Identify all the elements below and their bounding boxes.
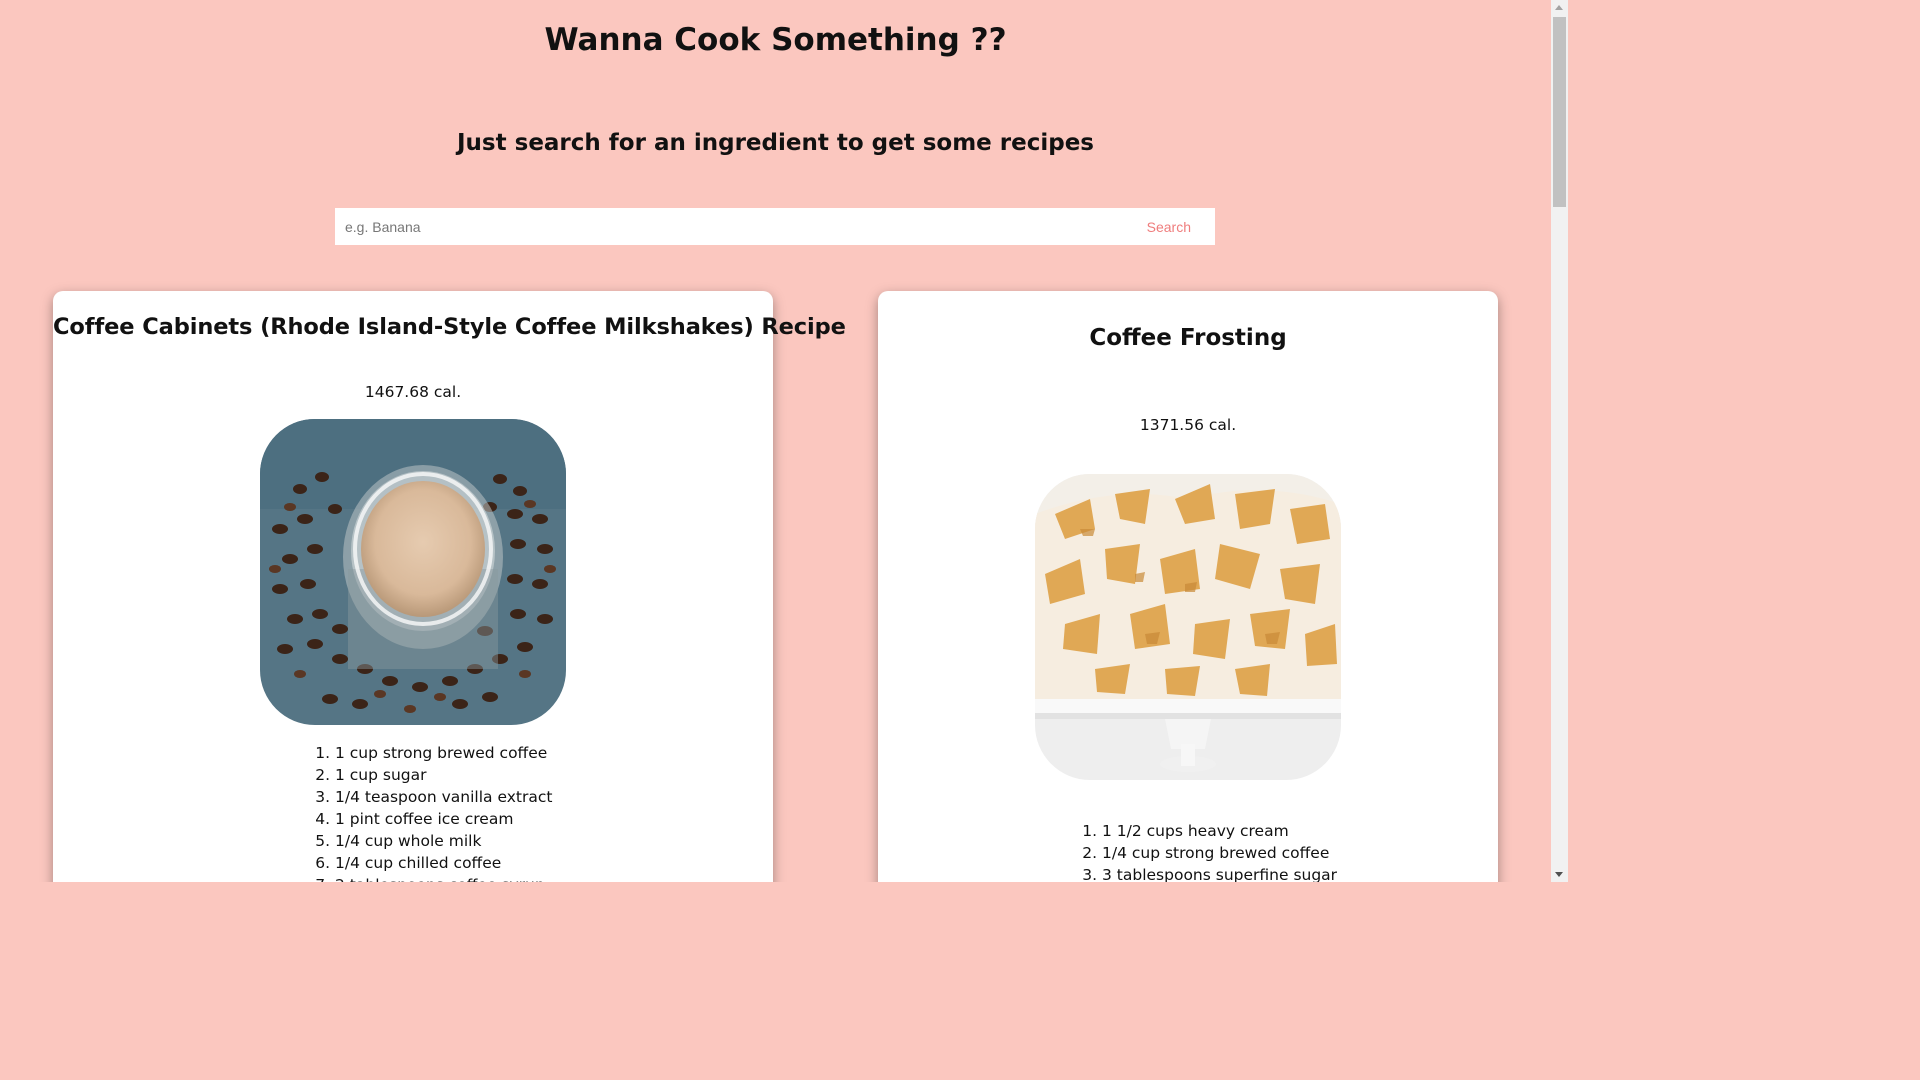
recipe-title: Coffee Cabinets (Rhode Island-Style Coff…: [53, 314, 846, 340]
ingredient-item: 1/4 cup chilled coffee: [335, 852, 552, 874]
scrollbar-thumb[interactable]: [1553, 17, 1566, 207]
recipe-calories: 1467.68 cal.: [364, 383, 462, 401]
ingredient-item: 3 tablespoons superfine sugar: [1102, 864, 1337, 882]
ingredient-list: 1 1/2 cups heavy cream 1/4 cup strong br…: [1082, 820, 1337, 882]
recipe-calories: 1371.56 cal.: [1139, 416, 1237, 434]
ingredient-item: 1/4 cup strong brewed coffee: [1102, 842, 1337, 864]
search-input[interactable]: [335, 208, 1123, 245]
ingredient-item: 1 1/2 cups heavy cream: [1102, 820, 1337, 842]
recipe-title: Coffee Frosting: [1089, 325, 1287, 351]
search-button[interactable]: Search: [1123, 208, 1215, 245]
recipe-card: Coffee Cabinets (Rhode Island-Style Coff…: [53, 291, 846, 882]
page-title: Wanna Cook Something ??: [544, 22, 1007, 58]
ingredient-item: 1/4 teaspoon vanilla extract: [335, 786, 552, 808]
recipe-card: Coffee Frosting 1371.56 cal. 1. 1 1/2 cu…: [878, 291, 1498, 882]
vertical-scrollbar[interactable]: [1551, 0, 1568, 882]
honeycomb-cake-image: [1035, 474, 1341, 780]
ingredient-item: 1 cup strong brewed coffee: [335, 742, 552, 764]
ingredient-list: 1 cup strong brewed coffee 1 cup sugar 1…: [315, 742, 552, 882]
ingredient-item: 2 tablespoons coffee syrup: [335, 874, 552, 882]
ingredient-item: 1 pint coffee ice cream: [335, 808, 552, 830]
coffee-milkshake-image: [260, 419, 566, 725]
page: Wanna Cook Something ?? Just search for …: [0, 0, 1551, 882]
search-form: Search: [335, 208, 1215, 245]
ingredient-item: 1/4 cup whole milk: [335, 830, 552, 852]
ingredient-item: 1 cup sugar: [335, 764, 552, 786]
scroll-up-arrow-icon[interactable]: [1555, 5, 1563, 10]
page-subtitle: Just search for an ingredient to get som…: [457, 130, 1094, 156]
scroll-down-arrow-icon[interactable]: [1555, 872, 1563, 877]
